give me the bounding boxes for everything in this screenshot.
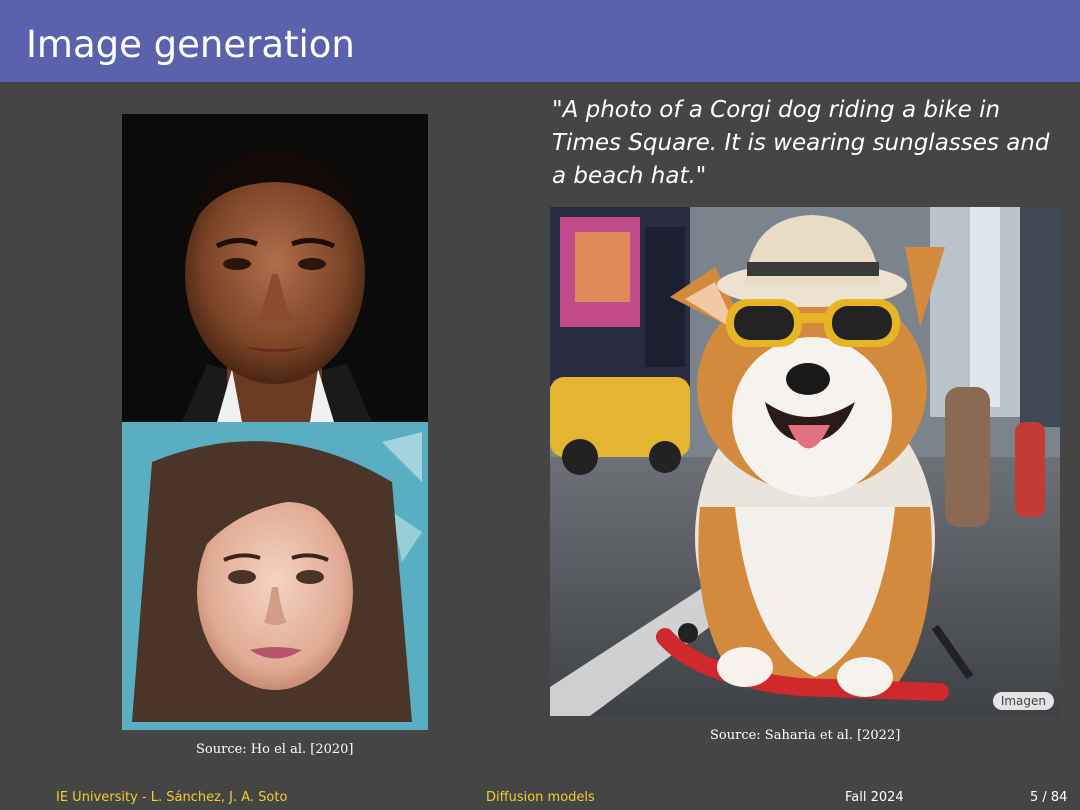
corgi-illustration [550, 207, 1060, 716]
footer-term: Fall 2024 [845, 790, 904, 805]
right-image-source-caption: Source: Saharia et al. [2022] [710, 728, 901, 743]
generated-corgi-image: Imagen [550, 207, 1060, 716]
generated-face-female-image [122, 422, 428, 730]
face-female-illustration [122, 422, 428, 730]
footer-authors: IE University - L. Sánchez, J. A. Soto [56, 790, 288, 805]
slide-title-bar: Image generation [0, 0, 1080, 82]
prompt-quote: "A photo of a Corgi dog riding a bike in… [552, 97, 1050, 189]
imagen-badge: Imagen [992, 692, 1054, 710]
left-image-source-caption: Source: Ho el al. [2020] [196, 742, 354, 757]
footer-topic: Diffusion models [486, 790, 595, 805]
face-male-illustration [122, 114, 428, 422]
footer-page-number: 5 / 84 [1030, 790, 1068, 805]
slide-title: Image generation [26, 23, 355, 66]
generated-face-male-image [122, 114, 428, 422]
